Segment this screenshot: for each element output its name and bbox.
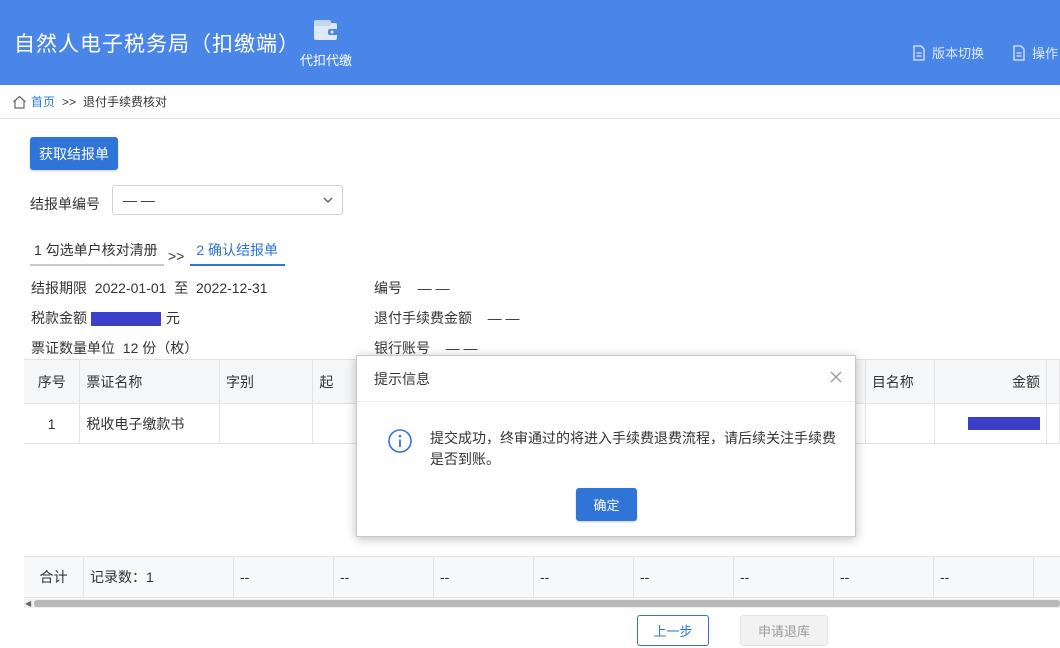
total-cell: -- bbox=[234, 557, 334, 597]
chevron-down-icon bbox=[323, 197, 333, 203]
refund-fee-label: 退付手续费金额 bbox=[374, 310, 472, 326]
col-zi: 字别 bbox=[220, 360, 314, 403]
total-label: 合计 bbox=[24, 557, 84, 597]
total-cell: -- bbox=[834, 557, 934, 597]
home-icon bbox=[13, 95, 26, 109]
prev-step-button[interactable]: 上一步 bbox=[637, 615, 709, 646]
col-amount: 金额 bbox=[935, 360, 1047, 403]
voucher-label: 票证数量单位 bbox=[31, 340, 115, 356]
period-to: 至 bbox=[174, 280, 189, 296]
col-seq: 序号 bbox=[24, 360, 81, 403]
document-icon bbox=[1013, 44, 1025, 61]
period-info: 结报期限 2022-01-01 至 2022-12-31 bbox=[31, 278, 268, 298]
tax-amount-label: 税款金额 bbox=[31, 310, 87, 326]
wallet-icon bbox=[314, 20, 338, 40]
row-zi bbox=[220, 404, 314, 443]
operation-label: 操作 bbox=[1032, 46, 1059, 61]
redacted-amount bbox=[967, 417, 1040, 430]
col-extra bbox=[1047, 360, 1060, 403]
row-amount bbox=[935, 404, 1047, 443]
app-header: 自然人电子税务局（扣缴端） 代扣代缴 版本切换 操作 bbox=[0, 0, 1060, 85]
bank-account-value: — — bbox=[445, 340, 478, 356]
steps-bar: 1 勾选单户核对清册 >> 2 确认结报单 bbox=[30, 238, 286, 268]
number-info: 编号 — — bbox=[374, 278, 449, 298]
version-switch-link[interactable]: 版本切换 bbox=[912, 43, 984, 62]
document-icon bbox=[913, 44, 925, 61]
close-icon[interactable] bbox=[827, 368, 845, 386]
period-label: 结报期限 bbox=[31, 280, 87, 296]
row-name: 税收电子缴款书 bbox=[80, 404, 220, 443]
breadcrumb: 首页 >> 退付手续费核对 bbox=[0, 85, 1060, 119]
breadcrumb-separator: >> bbox=[62, 94, 77, 109]
scroll-left-icon[interactable]: ◀ bbox=[25, 599, 31, 608]
voucher-info: 票证数量单位 12 份（枚） bbox=[31, 338, 198, 358]
number-value: — — bbox=[417, 280, 450, 296]
apply-refund-button[interactable]: 申请退库 bbox=[740, 615, 828, 646]
info-dialog: 提示信息 提交成功，终审通过的将进入手续费退费流程，请后续关注手续费是否到账。 … bbox=[356, 355, 856, 537]
horizontal-scrollbar[interactable]: ◀ bbox=[24, 599, 1060, 608]
total-cell: -- bbox=[934, 557, 1034, 597]
confirm-button[interactable]: 确定 bbox=[576, 488, 637, 521]
app-title: 自然人电子税务局（扣缴端） bbox=[14, 33, 300, 56]
redacted-amount bbox=[90, 312, 161, 327]
col-item-name: 目名称 bbox=[866, 360, 936, 403]
period-end: 2022-12-31 bbox=[195, 280, 268, 296]
tax-amount-unit: 元 bbox=[165, 310, 180, 326]
refund-fee-info: 退付手续费金额 — — bbox=[374, 308, 519, 328]
step-2-tab[interactable]: 2 确认结报单 bbox=[190, 238, 286, 266]
row-extra bbox=[1047, 404, 1060, 443]
dialog-title: 提示信息 bbox=[357, 356, 855, 402]
total-cell: -- bbox=[734, 557, 834, 597]
total-cell: -- bbox=[634, 557, 734, 597]
operation-link[interactable]: 操作 bbox=[1012, 43, 1058, 62]
nav-withholding-label: 代扣代缴 bbox=[299, 53, 352, 68]
dialog-body: 提交成功，终审通过的将进入手续费退费流程，请后续关注手续费是否到账。 bbox=[387, 428, 842, 470]
version-switch-label: 版本切换 bbox=[932, 46, 985, 61]
total-cell: -- bbox=[534, 557, 634, 597]
number-label: 编号 bbox=[374, 280, 402, 296]
total-row: 合计 记录数：1 -- -- -- -- -- -- -- -- bbox=[24, 556, 1060, 598]
row-item-name bbox=[866, 404, 936, 443]
tax-amount-info: 税款金额 元 bbox=[31, 308, 180, 328]
dialog-message: 提交成功，终审通过的将进入手续费退费流程，请后续关注手续费是否到账。 bbox=[430, 430, 836, 467]
bank-account-label: 银行账号 bbox=[374, 340, 430, 356]
report-number-value: — — bbox=[123, 192, 155, 208]
period-start: 2022-01-01 bbox=[94, 280, 167, 296]
total-cell: -- bbox=[334, 557, 434, 597]
col-name: 票证名称 bbox=[80, 360, 220, 403]
record-count: 记录数：1 bbox=[84, 557, 234, 597]
voucher-value: 12 份（枚） bbox=[122, 340, 199, 356]
info-icon bbox=[388, 429, 412, 453]
get-report-button[interactable]: 获取结报单 bbox=[30, 137, 118, 170]
report-number-label: 结报单编号 bbox=[30, 196, 100, 212]
total-cell: -- bbox=[434, 557, 534, 597]
step-1-tab[interactable]: 1 勾选单户核对清册 bbox=[30, 238, 164, 266]
breadcrumb-home[interactable]: 首页 bbox=[31, 93, 55, 110]
step-separator: >> bbox=[168, 248, 185, 264]
scrollbar-thumb[interactable] bbox=[34, 600, 1060, 607]
report-number-select[interactable]: — — bbox=[112, 185, 343, 215]
refund-fee-value: — — bbox=[487, 310, 520, 326]
row-seq: 1 bbox=[24, 404, 81, 443]
nav-withholding[interactable]: 代扣代缴 bbox=[296, 18, 356, 69]
breadcrumb-current: 退付手续费核对 bbox=[83, 95, 168, 109]
